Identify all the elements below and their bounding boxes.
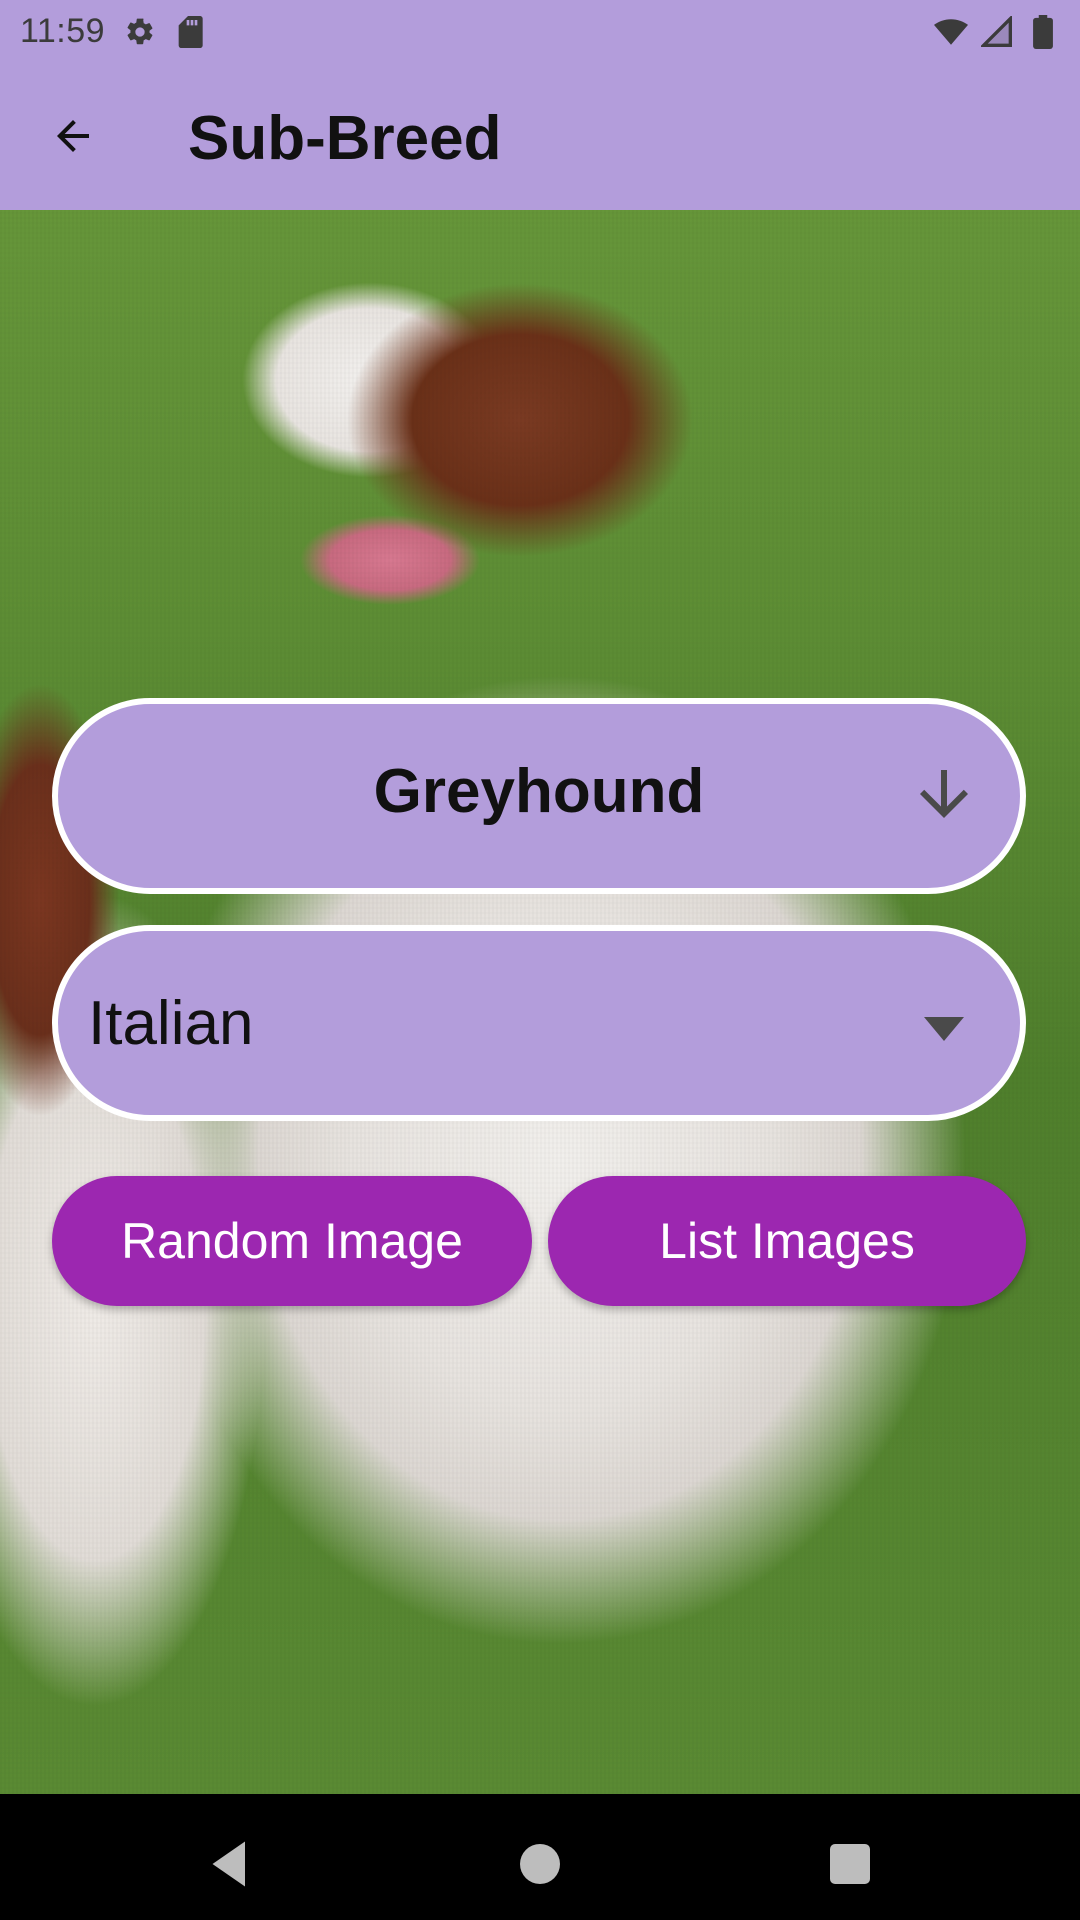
breed-selector[interactable]: Greyhound bbox=[52, 698, 1026, 894]
status-right bbox=[934, 14, 1060, 49]
app-bar: Sub-Breed bbox=[0, 63, 1080, 210]
sub-breed-dropdown[interactable]: Italian bbox=[52, 925, 1026, 1121]
signal-icon bbox=[980, 15, 1014, 49]
down-arrow-icon[interactable] bbox=[902, 752, 986, 836]
sd-card-icon bbox=[175, 15, 209, 49]
navigation-bar bbox=[0, 1794, 1080, 1920]
nav-recents-icon[interactable] bbox=[820, 1834, 880, 1894]
random-image-button[interactable]: Random Image bbox=[52, 1176, 532, 1306]
sub-breed-selected: Italian bbox=[88, 989, 254, 1058]
list-images-button[interactable]: List Images bbox=[548, 1176, 1026, 1306]
settings-icon bbox=[123, 15, 157, 49]
dog-photo bbox=[0, 0, 1080, 1794]
back-arrow-icon[interactable] bbox=[36, 99, 110, 173]
nav-back-icon[interactable] bbox=[200, 1834, 260, 1894]
wifi-icon bbox=[934, 15, 968, 49]
status-bar: 11:59 bbox=[0, 0, 1080, 63]
page-title: Sub-Breed bbox=[188, 104, 502, 173]
nav-home-icon[interactable] bbox=[510, 1834, 570, 1894]
breed-label: Greyhound bbox=[373, 757, 705, 826]
dropdown-caret-icon bbox=[924, 1017, 964, 1041]
status-left: 11:59 bbox=[20, 12, 209, 51]
battery-icon bbox=[1026, 14, 1060, 49]
status-time: 11:59 bbox=[20, 12, 106, 50]
